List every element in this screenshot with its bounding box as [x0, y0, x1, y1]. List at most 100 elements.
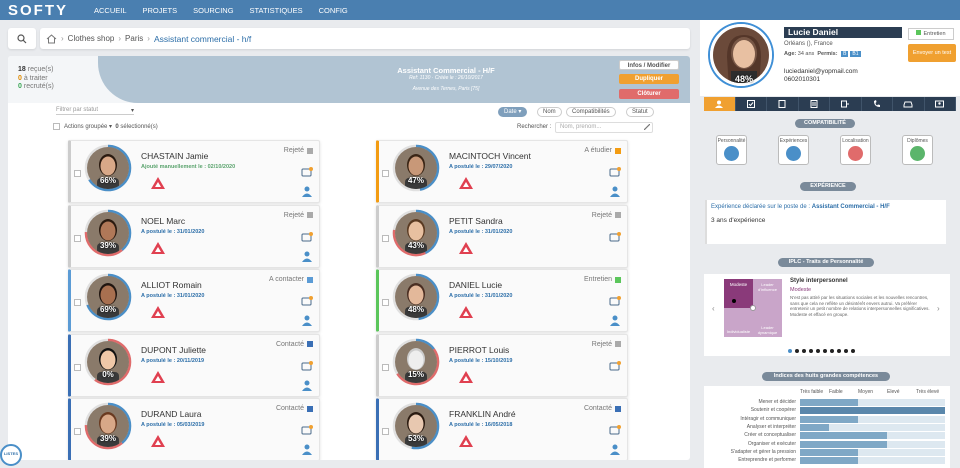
compat-location[interactable]: Localisation: [840, 135, 871, 165]
tab-checklist[interactable]: [736, 97, 767, 111]
status-badge[interactable]: Contacté: [276, 341, 313, 348]
sort-status-button[interactable]: Statut: [626, 107, 654, 117]
nav-statistiques[interactable]: STATISTIQUES: [250, 6, 303, 15]
candidate-checkbox[interactable]: [74, 234, 81, 242]
list-item[interactable]: 0% DUPONT Juliette A postulé le : 20/11/20…: [68, 333, 320, 397]
status-badge[interactable]: Rejeté: [592, 212, 621, 219]
user-icon[interactable]: [301, 443, 313, 455]
prev-icon[interactable]: ‹: [712, 304, 715, 313]
tab-documents[interactable]: [767, 97, 799, 111]
user-icon[interactable]: [301, 250, 313, 262]
status-badge[interactable]: Contacté: [276, 405, 313, 412]
nav-sourcing[interactable]: SOURCING: [193, 6, 233, 15]
candidate-checkbox[interactable]: [74, 170, 81, 177]
next-icon[interactable]: ›: [937, 304, 940, 313]
message-icon[interactable]: [301, 231, 313, 244]
tab-notes[interactable]: [799, 97, 830, 111]
user-icon[interactable]: [609, 185, 621, 197]
message-icon[interactable]: [609, 425, 621, 437]
select-all-checkbox[interactable]: [53, 123, 60, 130]
message-icon[interactable]: [301, 360, 313, 373]
compat-diplomas[interactable]: Diplômes: [902, 135, 933, 165]
list-item[interactable]: 48% DANIEL Lucie A postulé le : 31/01/2020…: [376, 269, 628, 332]
info-edit-button[interactable]: Infos / Modifier: [619, 60, 679, 70]
message-icon[interactable]: [609, 360, 621, 373]
message-icon[interactable]: [301, 167, 313, 179]
candidate-checkbox[interactable]: [382, 428, 389, 435]
user-icon[interactable]: [301, 379, 313, 391]
nav-accueil[interactable]: ACCUEIL: [94, 6, 127, 15]
logo[interactable]: SOFTY: [8, 2, 78, 19]
list-item[interactable]: 47% MACINTOCH Vincent A postulé le : 29/07…: [376, 140, 628, 203]
list-item[interactable]: 69% ALLIOT Romain A postulé le : 31/01/202…: [68, 269, 320, 332]
sort-compat-button[interactable]: Compatibilités: [566, 107, 616, 117]
pencil-icon[interactable]: [644, 124, 650, 130]
status-filter[interactable]: Filtrer par statut ▾: [56, 107, 134, 115]
message-icon[interactable]: [609, 231, 621, 244]
nav-config[interactable]: CONFIG: [319, 6, 348, 15]
search-button[interactable]: [8, 28, 36, 49]
list-item[interactable]: 39% DURAND Laura A postulé le : 05/03/2019…: [68, 398, 320, 460]
candidate-name[interactable]: DANIEL Lucie: [449, 280, 502, 290]
list-item[interactable]: 53% FRANKLIN André A postulé le : 16/05/20…: [376, 398, 628, 460]
nav-projets[interactable]: PROJETS: [143, 6, 178, 15]
candidate-name[interactable]: PETIT Sandra: [449, 216, 503, 226]
carousel-dots[interactable]: [788, 349, 858, 353]
candidate-name[interactable]: CHASTAIN Jamie: [141, 151, 208, 161]
user-icon[interactable]: [301, 314, 313, 326]
candidate-search-input[interactable]: Nom, prenom...: [555, 122, 653, 133]
list-item[interactable]: 43% PETIT Sandra A postulé le : 31/01/2020…: [376, 204, 628, 268]
breadcrumb-shop[interactable]: Clothes shop: [68, 34, 115, 43]
status-badge[interactable]: Rejeté: [592, 341, 621, 348]
message-icon[interactable]: [301, 425, 313, 437]
send-test-button[interactable]: Envoyer un test: [908, 44, 956, 62]
candidate-checkbox[interactable]: [74, 363, 81, 371]
tab-profile[interactable]: [704, 97, 736, 111]
candidate-name[interactable]: MACINTOCH Vincent: [449, 151, 531, 161]
lists-button[interactable]: LISTES: [0, 444, 22, 466]
candidate-checkbox[interactable]: [382, 170, 389, 177]
profile-email[interactable]: luciedaniel@yopmail.com: [784, 68, 858, 76]
list-item[interactable]: 15% PIERROT Louis A postulé le : 15/10/201…: [376, 333, 628, 397]
candidate-name[interactable]: DUPONT Juliette: [141, 345, 206, 355]
compat-personality[interactable]: Personnalité: [716, 135, 747, 165]
message-icon[interactable]: [609, 296, 621, 308]
status-badge[interactable]: Rejeté: [284, 212, 313, 219]
candidate-checkbox[interactable]: [382, 234, 389, 242]
list-item[interactable]: 66% CHASTAIN Jamie Ajouté manuellement le …: [68, 140, 320, 203]
sort-date-button[interactable]: Date ▾: [498, 107, 528, 117]
tab-id[interactable]: [925, 97, 956, 111]
breadcrumb-city[interactable]: Paris: [125, 34, 143, 43]
status-badge[interactable]: Rejeté: [284, 147, 313, 154]
message-icon[interactable]: [609, 167, 621, 179]
list-item[interactable]: 39% NOEL Marc A postulé le : 31/01/2020 Rej…: [68, 204, 320, 268]
user-icon[interactable]: [301, 185, 313, 197]
status-badge[interactable]: A étudier: [584, 147, 621, 154]
sort-name-button[interactable]: Nom: [537, 107, 562, 117]
status-select[interactable]: Entretien: [908, 28, 954, 40]
compat-experience[interactable]: Expériences: [778, 135, 809, 165]
candidate-checkbox[interactable]: [74, 299, 81, 306]
duplicate-button[interactable]: Dupliquer: [619, 74, 679, 84]
status-badge[interactable]: Entretien: [584, 276, 621, 283]
tab-transfer[interactable]: [830, 97, 862, 111]
candidate-checkbox[interactable]: [382, 363, 389, 371]
home-icon[interactable]: [46, 33, 57, 44]
tab-phone[interactable]: [862, 97, 893, 111]
tab-car[interactable]: [893, 97, 925, 111]
candidate-name[interactable]: NOEL Marc: [141, 216, 185, 226]
candidate-checkbox[interactable]: [74, 428, 81, 435]
candidate-name[interactable]: ALLIOT Romain: [141, 280, 202, 290]
candidate-name[interactable]: PIERROT Louis: [449, 345, 509, 355]
candidate-checkbox[interactable]: [382, 299, 389, 306]
status-badge[interactable]: A contacter: [269, 276, 313, 283]
close-job-button[interactable]: Clôturer: [619, 89, 679, 99]
group-actions[interactable]: Actions groupée ▾ 0 sélectionné(s): [53, 123, 158, 130]
candidate-name[interactable]: DURAND Laura: [141, 409, 201, 419]
job-title: Assistant Commercial - H/F: [397, 66, 495, 75]
user-icon[interactable]: [609, 314, 621, 326]
user-icon[interactable]: [609, 443, 621, 455]
status-badge[interactable]: Contacté: [584, 405, 621, 412]
candidate-name[interactable]: FRANKLIN André: [449, 409, 516, 419]
message-icon[interactable]: [301, 296, 313, 308]
